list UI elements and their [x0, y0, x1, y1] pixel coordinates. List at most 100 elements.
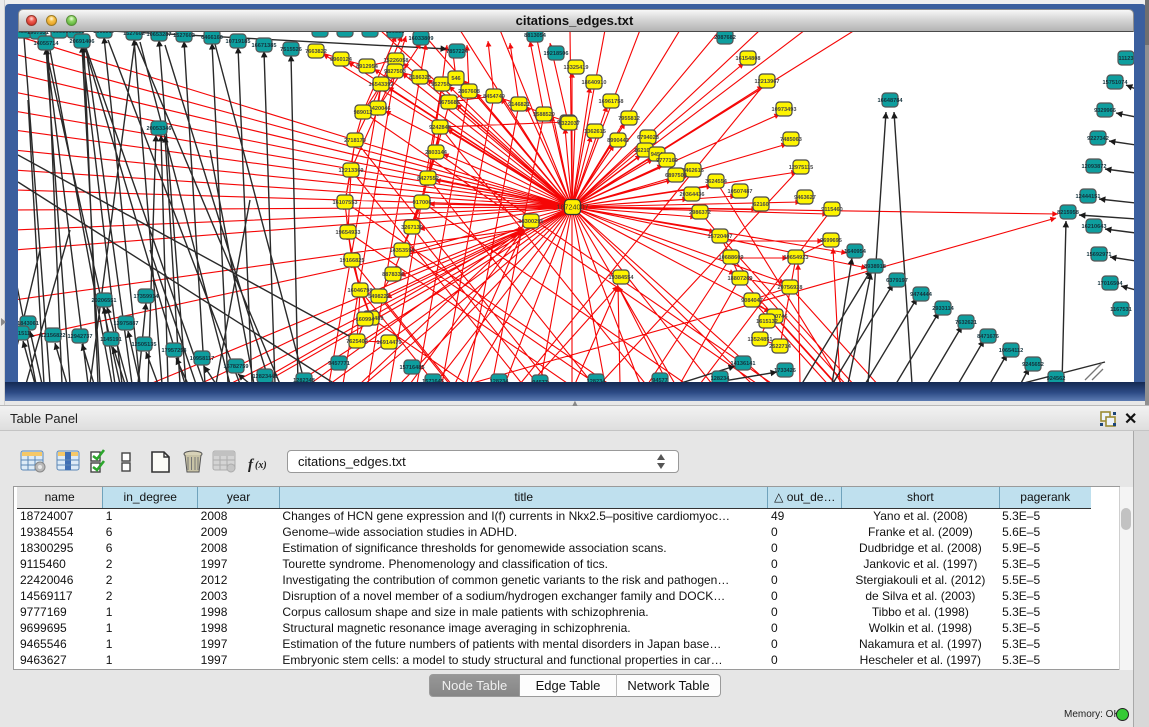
svg-text:9242848: 9242848 [429, 125, 451, 131]
svg-text:18724007: 18724007 [557, 203, 589, 212]
svg-text:16671385: 16671385 [252, 43, 277, 49]
svg-text:15226058: 15226058 [384, 58, 409, 64]
svg-text:9463627: 9463627 [794, 195, 816, 201]
svg-text:7485063: 7485063 [780, 137, 802, 143]
svg-text:18300295: 18300295 [519, 219, 544, 225]
svg-text:546: 546 [451, 76, 460, 82]
svg-text:9245652: 9245652 [1022, 362, 1044, 368]
svg-text:924562: 924562 [1047, 376, 1066, 382]
svg-text:12213369: 12213369 [339, 168, 364, 174]
svg-text:12942737: 12942737 [68, 334, 93, 340]
svg-text:15751074: 15751074 [1103, 80, 1129, 86]
svg-text:3624554: 3624554 [705, 179, 728, 185]
svg-text:20691406: 20691406 [70, 39, 95, 45]
svg-text:16210643: 16210643 [1082, 224, 1107, 230]
svg-text:10507487: 10507487 [728, 189, 753, 195]
svg-text:2522714: 2522714 [769, 344, 792, 350]
svg-text:8813054: 8813054 [524, 33, 547, 39]
svg-text:7515526: 7515526 [280, 47, 302, 53]
svg-text:19384554: 19384554 [609, 275, 635, 281]
svg-text:12505135: 12505135 [132, 342, 157, 348]
svg-text:8938918: 8938918 [864, 264, 886, 270]
svg-text:160994: 160994 [356, 317, 376, 323]
svg-text:16914479: 16914479 [377, 340, 402, 346]
svg-text:8471676: 8471676 [977, 334, 999, 340]
svg-text:13524851: 13524851 [748, 337, 773, 343]
svg-text:17016504: 17016504 [1098, 281, 1124, 287]
svg-text:8215958: 8215958 [1057, 210, 1079, 216]
svg-text:6379197: 6379197 [886, 278, 908, 284]
svg-text:10958117: 10958117 [190, 356, 215, 362]
svg-text:2867608: 2867608 [458, 89, 480, 95]
svg-text:8960124: 8960124 [330, 57, 353, 63]
svg-text:17359914: 17359914 [134, 294, 160, 300]
svg-text:1527602: 1527602 [123, 32, 145, 37]
svg-text:6794028: 6794028 [637, 135, 659, 141]
svg-text:9227342: 9227342 [1087, 136, 1109, 142]
svg-text:20364436: 20364436 [680, 192, 705, 198]
svg-text:9457771: 9457771 [328, 361, 350, 367]
svg-text:1733426: 1733426 [774, 368, 796, 374]
svg-text:128234: 128234 [587, 379, 607, 382]
svg-text:905317: 905317 [311, 32, 330, 34]
svg-text:1588520: 1588520 [533, 112, 555, 118]
svg-text:16543392: 16543392 [369, 82, 394, 88]
svg-text:2933114: 2933114 [932, 306, 954, 312]
svg-text:8912954: 8912954 [356, 64, 379, 70]
svg-text:9084047: 9084047 [741, 298, 763, 304]
svg-text:19654923: 19654923 [784, 255, 809, 261]
svg-text:6897503: 6897503 [665, 173, 687, 179]
svg-text:8186328: 8186328 [409, 75, 431, 81]
svg-text:13325419: 13325419 [564, 65, 589, 71]
svg-text:391511: 391511 [18, 331, 30, 337]
svg-text:16648784: 16648784 [878, 98, 904, 104]
svg-text:1615132: 1615132 [756, 319, 778, 325]
svg-text:10688609: 10688609 [719, 255, 744, 261]
svg-text:12444151: 12444151 [1076, 194, 1101, 200]
svg-text:190537: 190537 [336, 32, 355, 34]
svg-text:10653287: 10653287 [147, 32, 172, 38]
svg-text:20206551: 20206551 [92, 298, 117, 304]
svg-text:7955812: 7955812 [618, 116, 640, 122]
svg-text:128234: 128234 [490, 379, 510, 382]
svg-text:9115460: 9115460 [821, 207, 842, 213]
svg-text:8990443: 8990443 [607, 138, 629, 144]
svg-text:8427552: 8427552 [417, 176, 439, 182]
svg-text:2718170: 2718170 [344, 138, 366, 144]
svg-text:989012: 989012 [354, 110, 373, 116]
svg-text:16782759: 16782759 [224, 364, 249, 370]
svg-text:7857224: 7857224 [446, 49, 469, 55]
svg-text:100538: 100538 [386, 32, 405, 35]
svg-text:120531: 120531 [361, 32, 380, 34]
svg-text:14055714: 14055714 [34, 41, 60, 47]
svg-text:5498222: 5498222 [368, 294, 390, 300]
svg-text:10719185: 10719185 [226, 39, 251, 45]
svg-text:2087682: 2087682 [714, 35, 736, 41]
svg-text:1282348: 1282348 [293, 378, 315, 382]
svg-text:8878334: 8878334 [382, 272, 405, 278]
svg-text:16033809: 16033809 [409, 36, 434, 42]
svg-text:128234: 128234 [711, 376, 731, 382]
svg-text:917006: 917006 [413, 200, 432, 206]
svg-text:9146821: 9146821 [508, 102, 530, 108]
svg-text:12975115: 12975115 [789, 165, 814, 171]
svg-text:12213967: 12213967 [755, 79, 780, 85]
svg-text:94577: 94577 [532, 380, 548, 382]
svg-text:12093872: 12093872 [1082, 164, 1107, 170]
svg-text:9777169: 9777169 [656, 158, 678, 164]
svg-text:12823448: 12823448 [253, 374, 278, 380]
svg-text:1571645: 1571645 [422, 379, 444, 382]
svg-text:9827503: 9827503 [384, 69, 406, 75]
svg-text:15720407: 15720407 [708, 234, 733, 240]
svg-text:17957253: 17957253 [162, 348, 187, 354]
svg-text:20756928: 20756928 [778, 285, 803, 291]
svg-text:19166825: 19166825 [340, 258, 365, 264]
svg-text:10973493: 10973493 [772, 107, 797, 113]
svg-text:7632621: 7632621 [955, 320, 977, 326]
svg-text:1145191: 1145191 [100, 337, 121, 343]
svg-text:9329966: 9329966 [1094, 108, 1116, 114]
svg-text:10654112: 10654112 [999, 348, 1024, 354]
svg-text:9322037: 9322037 [558, 121, 580, 127]
svg-text:11123: 11123 [1119, 56, 1134, 62]
svg-text:14353594: 14353594 [390, 248, 416, 254]
